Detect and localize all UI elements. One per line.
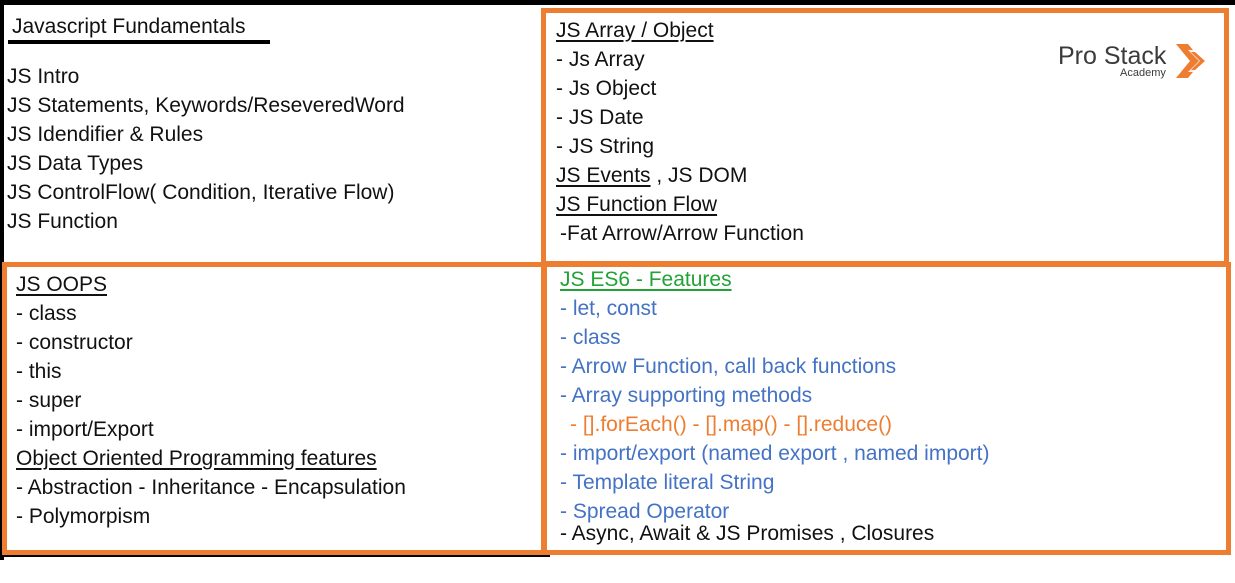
events-line: JS Events , JS DOM bbox=[556, 163, 747, 189]
dom-label: , JS DOM bbox=[650, 164, 748, 187]
oops-title: JS OOPS bbox=[16, 273, 108, 296]
frame-top-border bbox=[0, 0, 1235, 5]
es6-item: - class bbox=[560, 326, 621, 349]
oop-feature-item: - Abstraction - Inheritance - Encapsulat… bbox=[16, 476, 406, 499]
chevron-right-icon bbox=[1176, 44, 1206, 78]
function-flow-title: JS Function Flow bbox=[556, 193, 718, 216]
oops-item: - import/Export bbox=[16, 418, 154, 441]
oops-item: - super bbox=[16, 389, 82, 412]
events-label: JS Events bbox=[556, 164, 651, 187]
fundamentals-item: JS Intro bbox=[7, 65, 80, 88]
es6-title: JS ES6 - Features bbox=[560, 268, 732, 291]
fundamentals-item: JS ControlFlow( Condition, Iterative Flo… bbox=[7, 181, 395, 204]
es6-item: - Template literal String bbox=[560, 471, 775, 494]
fat-arrow-item: -Fat Arrow/Arrow Function bbox=[560, 222, 804, 245]
array-methods-item: - [].forEach() - [].map() - [].reduce() bbox=[570, 413, 893, 436]
es6-item: - let, const bbox=[560, 297, 657, 320]
oops-item: - constructor bbox=[16, 331, 133, 354]
fundamentals-item: JS Function bbox=[7, 210, 118, 233]
oops-item: - class bbox=[16, 302, 77, 325]
fundamentals-item: JS Data Types bbox=[7, 152, 144, 175]
fundamentals-item: JS Idendifier & Rules bbox=[7, 123, 204, 146]
array-object-item: - JS String bbox=[556, 135, 655, 158]
es6-item: - Array supporting methods bbox=[560, 384, 813, 407]
fundamentals-title: Javascript Fundamentals bbox=[12, 15, 246, 38]
array-object-item: - JS Date bbox=[556, 106, 644, 129]
pro-stack-logo: Pro Stack Academy bbox=[1058, 38, 1213, 86]
oops-item: - this bbox=[16, 360, 62, 383]
oop-feature-item: - Polymorpism bbox=[16, 505, 151, 528]
fundamentals-item: JS Statements, Keywords/ReseveredWord bbox=[7, 94, 405, 117]
array-object-item: - Js Array bbox=[556, 48, 645, 71]
fundamentals-title-underline bbox=[8, 40, 270, 44]
es6-item: - import/export (named export , named im… bbox=[560, 442, 990, 465]
es6-item-async: - Async, Await & JS Promises , Closures bbox=[560, 522, 935, 545]
es6-item: - Arrow Function, call back functions bbox=[560, 355, 897, 378]
array-object-item: - Js Object bbox=[556, 77, 657, 100]
oop-features-title: Object Oriented Programming features bbox=[16, 447, 377, 470]
array-object-title: JS Array / Object bbox=[556, 19, 714, 42]
logo-sub-text: Academy bbox=[1120, 67, 1166, 79]
